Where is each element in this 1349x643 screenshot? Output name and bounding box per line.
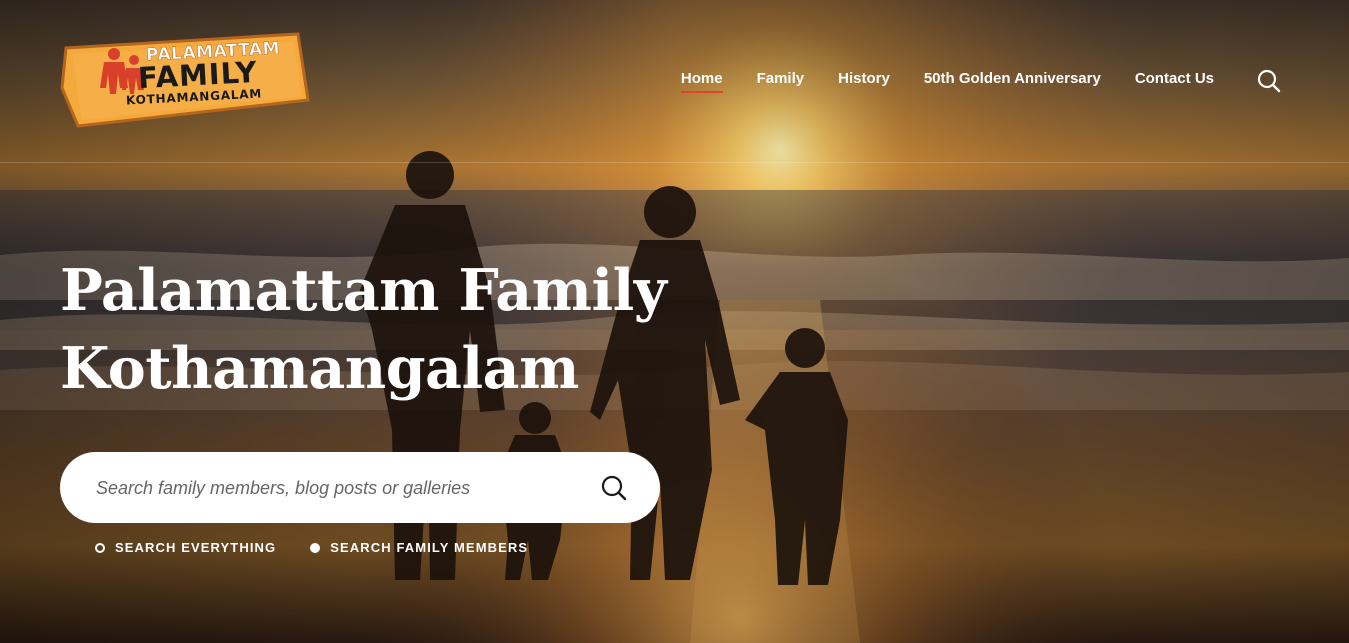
nav-item-home[interactable]: Home [680, 70, 723, 93]
search-icon [1257, 69, 1281, 93]
logo-line2: FAMILY [58, 128, 59, 129]
radio-search-everything-label: SEARCH EVERYTHING [115, 540, 277, 555]
site-header: PALAMATTAM FAMILY KOTHAMANGALAM PALAMATT… [0, 0, 1349, 163]
hero-title: Palamattam Family Kothamangalam [60, 252, 760, 408]
header-search-button[interactable] [1256, 68, 1282, 94]
search-icon [601, 475, 627, 501]
main-navigation: Home Family History 50th Golden Annivers… [647, 70, 1214, 93]
hero-title-line1: Palamattam Family [60, 257, 667, 324]
hero-section: PALAMATTAM FAMILY KOTHAMANGALAM PALAMATT… [0, 0, 1349, 643]
hero-search-form [60, 452, 660, 525]
nav-item-golden-anniversary[interactable]: 50th Golden Anniversary [924, 70, 1101, 93]
logo-line1: PALAMATTAM [58, 128, 59, 129]
nav-item-family[interactable]: Family [757, 70, 805, 93]
nav-item-contact-us[interactable]: Contact Us [1135, 70, 1214, 93]
radio-search-everything[interactable]: SEARCH EVERYTHING [95, 540, 276, 555]
hero-title-line2: Kothamangalam [60, 335, 579, 402]
radio-search-family-members-label: SEARCH FAMILY MEMBERS [330, 540, 529, 555]
hero-search-submit-button[interactable] [600, 474, 628, 502]
hero-search-input[interactable] [94, 452, 578, 525]
radio-selected-icon [310, 542, 321, 553]
radio-search-family-members[interactable]: SEARCH FAMILY MEMBERS [310, 540, 528, 555]
nav-item-history[interactable]: History [838, 70, 890, 93]
radio-unselected-icon [95, 542, 105, 553]
search-scope-options: SEARCH EVERYTHING SEARCH FAMILY MEMBERS [95, 540, 562, 555]
logo-line3: KOTHAMANGALAM [58, 128, 59, 129]
site-logo[interactable]: PALAMATTAM FAMILY KOTHAMANGALAM PALAMATT… [58, 28, 312, 128]
